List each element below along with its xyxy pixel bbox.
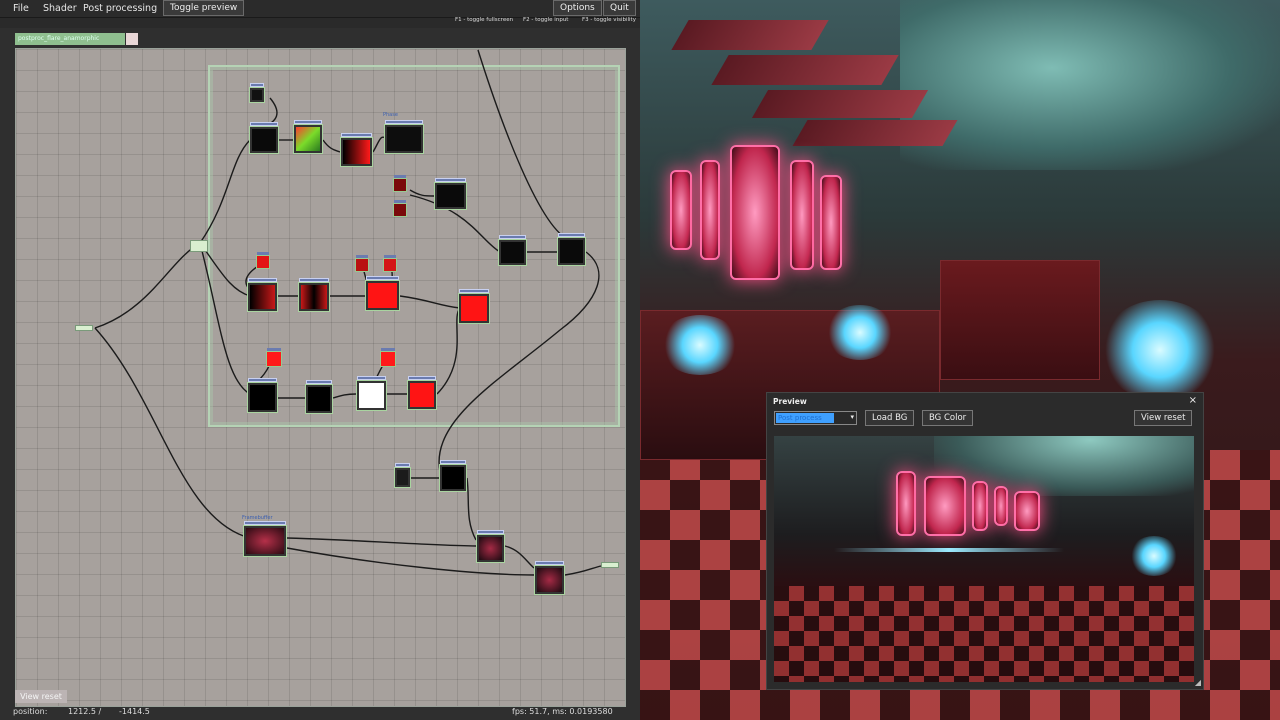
phase-label: Phase — [383, 112, 398, 118]
constant-red-node[interactable] — [383, 255, 397, 272]
preview-floor — [774, 586, 1194, 682]
ceiling-fin — [792, 120, 958, 146]
mix-node[interactable] — [298, 278, 330, 312]
texture-node[interactable] — [249, 122, 279, 154]
ps-output-node[interactable] — [601, 562, 619, 568]
preview-view-reset-button[interactable]: View reset — [1134, 410, 1193, 426]
preview-window[interactable]: Preview × Post process ▾ Load BG BG Colo… — [766, 392, 1204, 690]
constant-red-node[interactable] — [393, 175, 407, 192]
constant-red-node[interactable] — [266, 348, 282, 367]
gradient-node[interactable] — [247, 278, 278, 312]
ceiling — [900, 0, 1280, 170]
canvas-view-reset-button[interactable]: View reset — [15, 690, 67, 703]
locker — [940, 260, 1100, 380]
preview-neon-panel — [994, 486, 1008, 526]
constant-red-node[interactable] — [256, 252, 270, 269]
blue-light — [660, 315, 740, 375]
constant-red-node[interactable] — [393, 200, 407, 217]
input-node[interactable] — [75, 325, 93, 331]
fps-readout: fps: 51.7, ms: 0.0193580 — [512, 707, 613, 716]
position-label: position: — [13, 707, 48, 716]
resize-grip-icon[interactable]: ◢ — [1195, 678, 1201, 687]
preview-flare-streak — [834, 548, 1064, 552]
preview-blue-light — [1129, 536, 1179, 576]
bg-color-button[interactable]: BG Color — [922, 410, 974, 426]
power-node[interactable] — [356, 376, 387, 411]
ceiling-fin — [671, 20, 829, 50]
uv-gradient-node[interactable] — [293, 120, 323, 154]
neon-panel — [730, 145, 780, 280]
lerp-node[interactable] — [534, 561, 565, 595]
constant-red-node[interactable] — [380, 348, 396, 367]
preview-neon-panel — [896, 471, 916, 536]
blue-light — [825, 305, 895, 360]
ceiling-fin — [751, 90, 929, 118]
add-node[interactable] — [557, 233, 586, 266]
preview-neon-panel — [924, 476, 966, 536]
red-gradient-node[interactable] — [340, 133, 373, 167]
preview-render[interactable] — [774, 436, 1194, 682]
constant-node[interactable] — [249, 83, 265, 103]
blue-light — [1100, 300, 1220, 400]
preview-mode-value: Post process — [776, 413, 834, 423]
close-icon[interactable]: × — [1189, 395, 1197, 406]
multiply-node[interactable] — [458, 289, 490, 324]
neon-panel — [670, 170, 692, 250]
node-connections — [94, 49, 602, 576]
chevron-down-icon: ▾ — [850, 413, 854, 421]
position-y: -1414.5 — [119, 707, 150, 716]
neon-panel — [820, 175, 842, 270]
preview-neon-panel — [972, 481, 988, 531]
preview-mode-select[interactable]: Post process ▾ — [774, 411, 857, 425]
phase-node[interactable] — [384, 120, 424, 154]
abs-node[interactable] — [247, 378, 278, 413]
split-node[interactable] — [190, 240, 208, 252]
position-x: 1212.5 / — [68, 707, 102, 716]
preview-title: Preview — [773, 397, 807, 406]
constant-node[interactable] — [394, 463, 411, 488]
smooth-step-node[interactable] — [434, 178, 467, 210]
multiply-node[interactable] — [439, 460, 467, 492]
step-node[interactable] — [305, 380, 333, 414]
load-bg-button[interactable]: Load BG — [865, 410, 915, 426]
neon-panel — [700, 160, 720, 260]
preview-neon-panel — [1014, 491, 1040, 531]
multiply-node[interactable] — [498, 235, 527, 266]
neon-panel — [790, 160, 814, 270]
multiply-node[interactable] — [407, 376, 437, 410]
ceiling-fin — [711, 55, 899, 85]
framebuffer-node[interactable] — [243, 521, 287, 557]
smooth-step-node[interactable] — [365, 276, 400, 311]
add-node[interactable] — [476, 530, 505, 563]
constant-red-node[interactable] — [355, 255, 369, 272]
